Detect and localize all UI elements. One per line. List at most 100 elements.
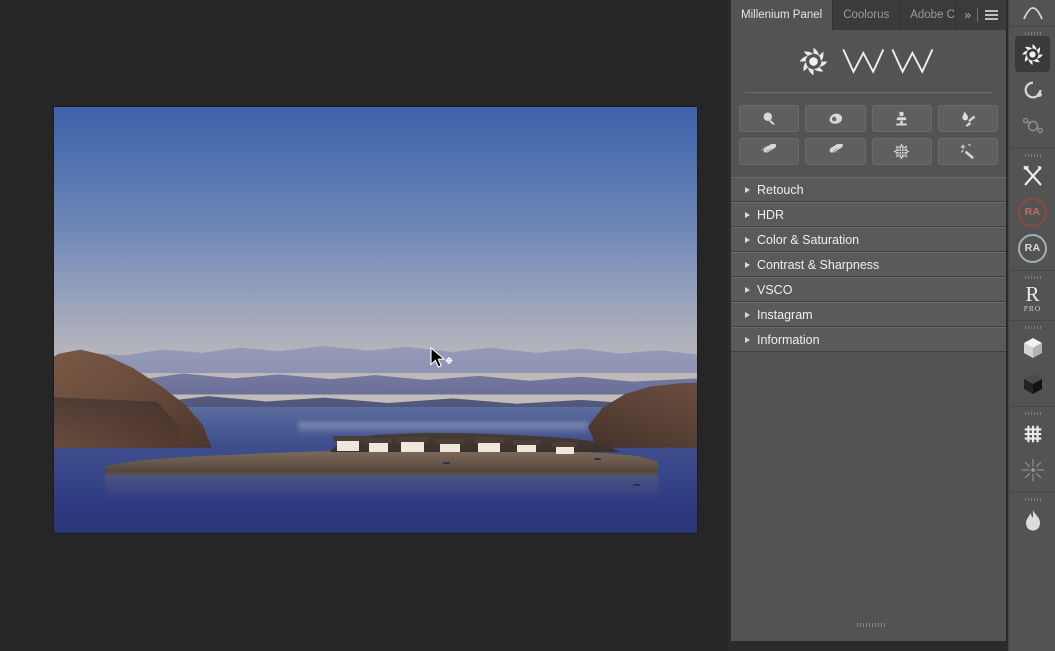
dock-icon-cube-light[interactable] bbox=[1009, 330, 1055, 366]
dock-group: R PRO bbox=[1009, 271, 1055, 321]
peaks-icon bbox=[1022, 7, 1043, 20]
panel-resize-grip[interactable] bbox=[734, 621, 1009, 629]
dock-icon-r-pro[interactable]: R PRO bbox=[1009, 280, 1055, 316]
section-information[interactable]: Information bbox=[731, 327, 1006, 352]
flame-icon bbox=[1025, 510, 1040, 531]
dock-group bbox=[1009, 27, 1055, 149]
accordion-sections[interactable]: Retouch HDR Color & Saturation Contrast … bbox=[731, 177, 1006, 352]
dodge-burn-icon bbox=[829, 113, 843, 124]
section-label: Contrast & Sharpness bbox=[757, 257, 880, 272]
dock-icon-starburst[interactable] bbox=[1009, 452, 1055, 488]
ra-badge-red: RA bbox=[1018, 197, 1047, 227]
dock-icon-ra-red[interactable]: RA bbox=[1009, 194, 1055, 230]
photo-building bbox=[401, 440, 425, 452]
tab-label: Millenium Panel bbox=[741, 9, 823, 21]
application-window: Millenium Panel Coolorus Adobe Co » Reto… bbox=[0, 0, 1055, 651]
panel-tab-bar[interactable]: Millenium Panel Coolorus Adobe Co » bbox=[731, 0, 1006, 30]
dock-group bbox=[1009, 493, 1055, 542]
dock-icon-partial-top[interactable] bbox=[1009, 4, 1055, 22]
expand-panel-icon[interactable]: » bbox=[964, 8, 971, 22]
dock-group: RA RA bbox=[1009, 149, 1055, 271]
dock-icon-nodes[interactable] bbox=[1009, 108, 1055, 144]
photo-building-roof bbox=[365, 438, 393, 444]
spot-healing-tool-button[interactable] bbox=[739, 138, 800, 165]
zoom-tool-button[interactable] bbox=[739, 105, 800, 132]
section-label: Information bbox=[757, 332, 820, 347]
photo-document[interactable] bbox=[54, 107, 697, 533]
photo-building bbox=[439, 442, 461, 453]
section-hdr[interactable]: HDR bbox=[731, 202, 1006, 227]
dither-circle-icon bbox=[893, 143, 910, 160]
photo-building-roof bbox=[435, 438, 465, 444]
brand-divider bbox=[745, 92, 992, 93]
brand-wordmark bbox=[841, 49, 933, 74]
section-color-saturation[interactable]: Color & Saturation bbox=[731, 227, 1006, 252]
dock-icon-grid[interactable] bbox=[1009, 416, 1055, 452]
photo-building-roof bbox=[333, 435, 363, 442]
panel-bottom-strip bbox=[728, 641, 1008, 651]
right-dock[interactable]: RA RA R PRO bbox=[1008, 0, 1055, 651]
dock-icon-refresh[interactable] bbox=[1009, 72, 1055, 108]
section-contrast-sharpness[interactable]: Contrast & Sharpness bbox=[731, 252, 1006, 277]
frequency-separation-tool-button[interactable] bbox=[871, 138, 932, 165]
tab-coolorus[interactable]: Coolorus bbox=[833, 0, 901, 30]
photo-building bbox=[336, 440, 359, 452]
chevron-right-icon bbox=[745, 311, 750, 318]
chevron-right-icon bbox=[745, 211, 750, 218]
panel-body: Millenium Panel Coolorus Adobe Co » Reto… bbox=[731, 0, 1006, 641]
hamburger-menu-icon[interactable] bbox=[985, 8, 998, 23]
section-label: Color & Saturation bbox=[757, 232, 860, 247]
canvas-area[interactable] bbox=[0, 0, 728, 651]
section-retouch[interactable]: Retouch bbox=[731, 177, 1006, 202]
magic-wand-icon bbox=[960, 143, 974, 159]
photo-building-roof bbox=[397, 436, 429, 443]
chevron-right-icon bbox=[745, 236, 750, 243]
photo-village-reflection bbox=[105, 473, 659, 499]
starburst-icon bbox=[1021, 458, 1044, 482]
brush-drop-icon bbox=[962, 111, 975, 127]
photo-building-roof bbox=[474, 437, 505, 443]
section-label: Retouch bbox=[757, 182, 804, 197]
tab-millenium-panel[interactable]: Millenium Panel bbox=[731, 0, 834, 30]
circular-arrow-icon bbox=[1024, 81, 1042, 99]
section-label: Instagram bbox=[757, 307, 813, 322]
bandage-icon bbox=[829, 143, 843, 153]
clone-stamp-icon bbox=[896, 111, 908, 126]
chevron-right-icon bbox=[745, 336, 750, 343]
dock-icon-aperture[interactable] bbox=[1015, 36, 1050, 72]
tab-label: Adobe Co bbox=[910, 9, 957, 21]
dock-icon-flame[interactable] bbox=[1009, 502, 1055, 538]
aperture-icon bbox=[1022, 43, 1043, 65]
photo-building-roof bbox=[513, 440, 541, 445]
clone-stamp-tool-button[interactable] bbox=[871, 105, 932, 132]
aperture-logo-icon bbox=[799, 47, 827, 75]
r-pro-icon: R PRO bbox=[1024, 281, 1042, 313]
quick-select-tool-button[interactable] bbox=[937, 138, 998, 165]
extension-panel[interactable]: Millenium Panel Coolorus Adobe Co » Reto… bbox=[728, 0, 1008, 651]
tool-button-grid[interactable] bbox=[731, 105, 1006, 165]
section-vsco[interactable]: VSCO bbox=[731, 277, 1006, 302]
smudge-brush-tool-button[interactable] bbox=[937, 105, 998, 132]
grid-mesh-icon bbox=[1024, 425, 1041, 443]
panel-brand bbox=[731, 30, 1006, 92]
chevron-right-icon bbox=[745, 286, 750, 293]
ra-badge-blue: RA bbox=[1018, 233, 1047, 263]
dock-icon-crossed-tools[interactable] bbox=[1009, 158, 1055, 194]
divider bbox=[977, 8, 978, 22]
panel-header-controls[interactable]: » bbox=[956, 0, 1006, 30]
dodge-burn-tool-button[interactable] bbox=[805, 105, 866, 132]
section-instagram[interactable]: Instagram bbox=[731, 302, 1006, 327]
crossed-brush-fork-icon bbox=[1023, 165, 1041, 186]
dock-icon-ra-blue[interactable]: RA bbox=[1009, 230, 1055, 266]
dock-group bbox=[1009, 321, 1055, 407]
chevron-right-icon bbox=[745, 261, 750, 268]
dock-icon-cube-dark[interactable] bbox=[1009, 366, 1055, 402]
healing-patch-tool-button[interactable] bbox=[805, 138, 866, 165]
chevron-right-icon bbox=[745, 186, 750, 193]
r-pro-letter: R bbox=[1025, 281, 1040, 306]
tab-adobe-color[interactable]: Adobe Co bbox=[900, 0, 957, 30]
tab-label: Coolorus bbox=[843, 9, 890, 21]
photo-building bbox=[369, 441, 389, 452]
section-label: VSCO bbox=[757, 282, 793, 297]
photo-building-roof bbox=[551, 441, 578, 447]
